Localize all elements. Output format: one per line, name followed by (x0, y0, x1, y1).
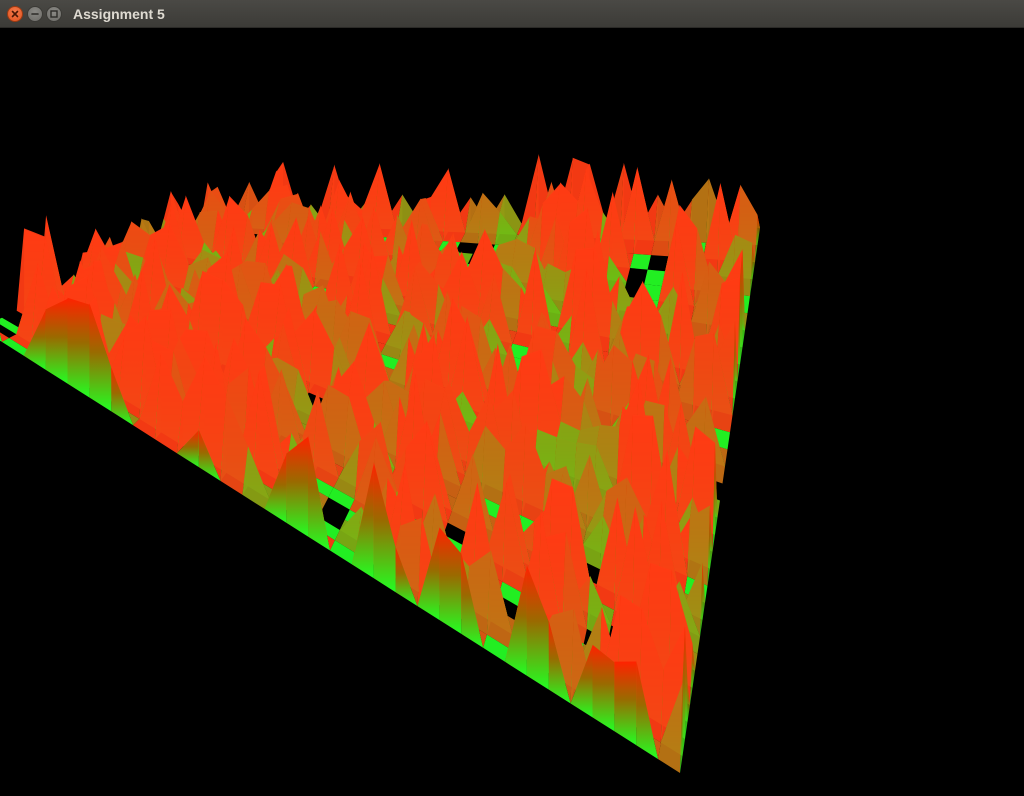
close-button[interactable] (7, 6, 23, 22)
terrain-ground-face (630, 253, 651, 270)
minimize-button[interactable] (27, 6, 43, 22)
terrain-mesh (0, 154, 760, 773)
render-viewport[interactable] (0, 28, 1024, 796)
terrain-peak-wall (67, 297, 90, 398)
terrain-peak-wall (286, 436, 309, 537)
terrain-canvas (0, 154, 760, 773)
application-window: Assignment 5 (0, 0, 1024, 796)
terrain-peak-wall (614, 661, 637, 746)
minimize-icon (31, 13, 39, 15)
terrain-peak-wall (757, 215, 760, 245)
terrain-peak-wall (0, 334, 2, 342)
close-icon (11, 10, 19, 18)
terrain-peak-wall (45, 298, 68, 384)
maximize-icon (50, 10, 58, 18)
title-bar[interactable]: Assignment 5 (0, 0, 1024, 28)
window-title: Assignment 5 (73, 6, 165, 22)
maximize-button[interactable] (46, 6, 62, 22)
terrain-ground-face (644, 269, 666, 287)
